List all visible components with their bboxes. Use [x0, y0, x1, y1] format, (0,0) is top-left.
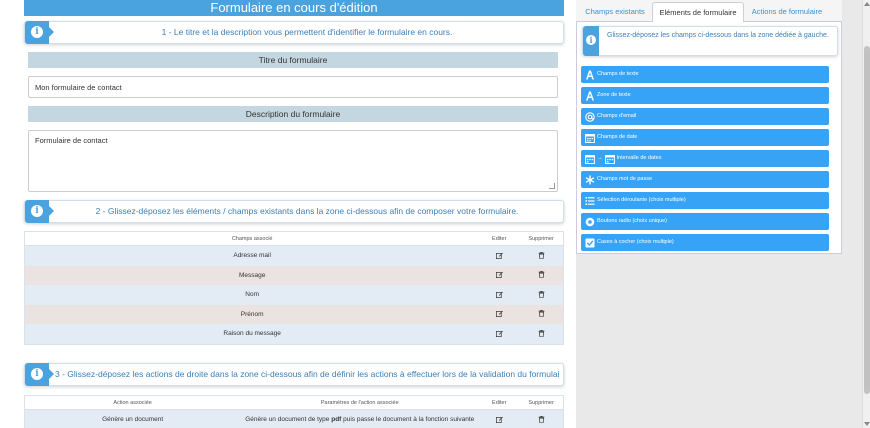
table-row[interactable]: Raison du message [25, 324, 563, 344]
element-radio[interactable]: Boutons radio (choix unique) [581, 213, 829, 230]
font-a-icon [586, 70, 594, 79]
element-email[interactable]: Champs d'email [581, 108, 829, 125]
info-box-step-2: i 2 - Glissez-déposez les éléments / cha… [24, 200, 564, 223]
scroll-up-arrow-icon[interactable] [864, 2, 870, 6]
table-row[interactable]: Prénom [25, 304, 563, 324]
trash-icon[interactable] [538, 415, 545, 423]
field-name: Adresse mail [233, 252, 271, 259]
edit-icon[interactable] [495, 330, 503, 337]
trash-icon[interactable] [538, 329, 545, 337]
font-a-icon [586, 91, 594, 100]
form-description-textarea[interactable]: Formulaire de contact [28, 130, 558, 192]
info-icon: i [25, 200, 54, 223]
calendar-icon [604, 154, 615, 164]
trash-icon[interactable] [538, 271, 545, 279]
edit-icon[interactable] [495, 252, 503, 259]
field-name: Prénom [240, 310, 264, 318]
element-checkbox[interactable]: Cases à cocher (choix multiple) [581, 234, 829, 251]
tab-existing-fields[interactable]: Champs existants [580, 2, 650, 22]
column-header-delete: Supprimer [528, 236, 554, 242]
edit-icon[interactable] [495, 310, 503, 318]
action-name: Génère un document [102, 416, 164, 423]
element-date-range[interactable]: → Intervalle de dates [581, 150, 829, 167]
at-sign-icon [585, 111, 595, 122]
trash-icon[interactable] [538, 251, 545, 259]
form-elements-panel: i Glissez-déposez les champs ci-dessous … [576, 22, 842, 254]
info-text: 1 - Le titre et la description vous perm… [161, 27, 453, 37]
info-text: Glissez-déposez les champs ci-dessous da… [607, 32, 829, 39]
table-row[interactable]: Adresse mail [25, 246, 563, 266]
element-select[interactable]: Sélection déroulante (choix multiple) [581, 192, 829, 209]
right-info-box: i Glissez-déposez les champs ci-dessous … [582, 26, 838, 56]
column-header-params: Paramètres de l'action associée [320, 400, 399, 406]
trash-icon[interactable] [538, 310, 545, 318]
info-box-step-1: i 1 - Le titre et la description vous pe… [24, 21, 564, 44]
form-title-input[interactable]: Mon formulaire de contact [28, 76, 558, 98]
element-textarea[interactable]: Zone de texte [581, 87, 829, 104]
description-section-header: Description du formulaire [28, 106, 558, 122]
element-password[interactable]: Champs mot de passe [581, 171, 829, 188]
column-header-edit: Editer [492, 236, 507, 242]
description-text: Formulaire de contact [35, 136, 108, 145]
actions-table: Action associée Paramètres de l'action a… [24, 395, 564, 428]
element-text-field[interactable]: Champs de texte [581, 66, 829, 83]
calendar-icon [585, 154, 595, 164]
scroll-down-arrow-icon[interactable] [864, 422, 870, 426]
trash-icon[interactable] [538, 290, 545, 298]
page-scrollbar[interactable] [862, 0, 870, 428]
field-name: Message [238, 271, 266, 279]
column-header-action: Action associée [113, 400, 152, 406]
scrollbar-thumb[interactable] [864, 46, 870, 394]
toolbox-tabs: Champs existants Eléments de formulaire … [576, 0, 842, 23]
checkbox-icon [585, 238, 595, 247]
tab-form-elements[interactable]: Eléments de formulaire [652, 2, 744, 23]
info-icon: i [25, 363, 54, 386]
column-header-delete: Supprimer [528, 400, 554, 406]
table-header: Action associée Paramètres de l'action a… [25, 396, 563, 410]
calendar-icon [585, 133, 595, 143]
form-editor-panel: Formulaire en cours d'édition i 1 - Le t… [0, 0, 576, 428]
resize-grip-icon[interactable] [549, 183, 555, 189]
tab-form-actions[interactable]: Actions de formulaire [746, 2, 828, 22]
asterisk-icon [585, 175, 595, 184]
info-text: 2 - Glissez-déposez les éléments / champ… [95, 206, 519, 216]
info-icon: i [25, 21, 54, 44]
table-header: Champs associé Editer Supprimer [25, 232, 563, 246]
arrow-right-icon: → [597, 155, 603, 161]
title-section-header: Titre du formulaire [28, 52, 558, 68]
field-name: Raison du message [223, 330, 281, 337]
toolbox-panel: Champs existants Eléments de formulaire … [576, 0, 862, 428]
table-row[interactable]: Nom [25, 285, 563, 305]
action-params: Génère un document de type pdf puis pass… [245, 416, 475, 423]
table-row[interactable]: Message [25, 265, 563, 285]
page-title: Formulaire en cours d'édition [24, 0, 564, 16]
list-icon [585, 196, 595, 205]
field-name: Nom [245, 291, 260, 298]
edit-icon[interactable] [495, 416, 503, 423]
info-icon: i [583, 26, 599, 56]
radio-icon [585, 217, 595, 226]
column-header-field: Champs associé [231, 236, 273, 242]
table-row[interactable]: Génère un document Génère un document de… [25, 410, 563, 428]
element-date[interactable]: Champs de date [581, 129, 829, 146]
info-box-step-3: i 3 - Glissez-déposez les actions de dro… [24, 363, 564, 386]
info-text: 3 - Glissez-déposez les actions de droit… [55, 369, 559, 379]
edit-icon[interactable] [495, 271, 503, 279]
edit-icon[interactable] [495, 291, 503, 298]
fields-table: Champs associé Editer Supprimer Adresse … [24, 231, 564, 345]
column-header-edit: Editer [492, 400, 507, 406]
